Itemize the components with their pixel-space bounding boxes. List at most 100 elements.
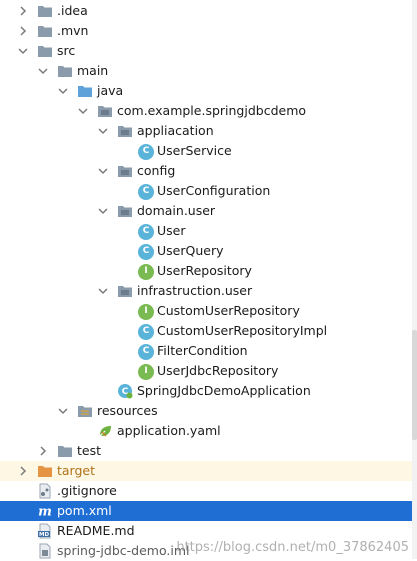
tree-item-customuserrepository[interactable]: I CustomUserRepository: [0, 301, 417, 321]
folder-icon: [38, 26, 52, 37]
package-icon: [118, 126, 132, 137]
project-tree: .idea .mvn src main java com.example.spr…: [0, 0, 417, 559]
folder-icon: [38, 46, 52, 57]
class-icon: C: [138, 324, 154, 340]
package-icon: [118, 166, 132, 177]
tree-item-application-yaml[interactable]: application.yaml: [0, 421, 417, 441]
tree-item-label: application.yaml: [117, 423, 221, 438]
tree-item-user[interactable]: C User: [0, 221, 417, 241]
package-icon: [118, 206, 132, 217]
interface-icon: I: [138, 364, 154, 380]
spring-yaml-icon: [98, 426, 111, 438]
tree-item-label: CustomUserRepository: [157, 303, 300, 318]
chevron-right-icon[interactable]: [36, 444, 50, 458]
chevron-down-icon[interactable]: [36, 64, 50, 78]
svg-text:MD: MD: [39, 532, 49, 538]
tree-item-readme[interactable]: MD README.md: [0, 521, 417, 541]
folder-icon: [58, 446, 72, 457]
class-icon: C: [138, 224, 154, 240]
chevron-down-icon[interactable]: [56, 84, 70, 98]
tree-item-label: FilterCondition: [157, 343, 248, 358]
tree-item-label: README.md: [57, 523, 135, 538]
tree-item-label: target: [57, 463, 96, 478]
tree-item-label: java: [97, 83, 124, 98]
maven-icon: m: [38, 505, 52, 520]
tree-item-idea[interactable]: .idea: [0, 1, 417, 21]
tree-item-userconfiguration[interactable]: C UserConfiguration: [0, 181, 417, 201]
scrollbar-thumb[interactable]: [412, 330, 417, 440]
class-icon: C: [138, 144, 154, 160]
tree-item-label: User: [157, 223, 186, 238]
tree-item-userrepository[interactable]: I UserRepository: [0, 261, 417, 281]
chevron-down-icon[interactable]: [16, 44, 30, 58]
tree-item-pom-xml[interactable]: m pom.xml: [0, 501, 412, 521]
tree-item-appliacation[interactable]: appliacation: [0, 121, 417, 141]
resources-folder-icon: [78, 406, 92, 417]
tree-item-label: CustomUserRepositoryImpl: [157, 323, 328, 338]
tree-item-src[interactable]: src: [0, 41, 417, 61]
tree-item-label: .idea: [57, 3, 88, 18]
tree-item-label: pom.xml: [57, 503, 112, 518]
source-folder-icon: [78, 86, 92, 97]
chevron-down-icon[interactable]: [96, 284, 110, 298]
chevron-right-icon[interactable]: [16, 4, 30, 18]
tree-item-label: .gitignore: [57, 483, 117, 498]
tree-item-main[interactable]: main: [0, 61, 417, 81]
interface-icon: I: [138, 304, 154, 320]
tree-item-label: config: [137, 163, 176, 178]
chevron-right-icon[interactable]: [16, 464, 30, 478]
watermark: https://blog.csdn.net/m0_37862405: [176, 540, 409, 555]
chevron-right-icon[interactable]: [16, 24, 30, 38]
tree-item-config[interactable]: config: [0, 161, 417, 181]
tree-item-domain-user[interactable]: domain.user: [0, 201, 417, 221]
folder-icon: [58, 66, 72, 77]
tree-item-label: .mvn: [57, 23, 89, 38]
tree-item-userjdbcrepository[interactable]: I UserJdbcRepository: [0, 361, 417, 381]
spring-boot-class-icon: C: [118, 384, 133, 399]
module-file-icon: [39, 543, 51, 559]
package-icon: [118, 286, 132, 297]
tree-item-label: com.example.springjdbcdemo: [117, 103, 307, 118]
tree-item-label: UserQuery: [157, 243, 224, 258]
tree-item-filtercondition[interactable]: C FilterCondition: [0, 341, 417, 361]
tree-item-label: UserService: [157, 143, 232, 158]
tree-item-label: main: [77, 63, 109, 78]
interface-icon: I: [138, 264, 154, 280]
tree-item-test[interactable]: test: [0, 441, 417, 461]
tree-item-label: UserConfiguration: [157, 183, 271, 198]
tree-item-java[interactable]: java: [0, 81, 417, 101]
folder-icon: [38, 6, 52, 17]
class-icon: C: [138, 344, 154, 360]
tree-item-label: spring-jdbc-demo.iml: [57, 543, 190, 558]
chevron-down-icon[interactable]: [96, 204, 110, 218]
tree-item-gitignore[interactable]: .gitignore: [0, 481, 417, 501]
package-icon: [98, 106, 112, 117]
tree-item-label: test: [77, 443, 102, 458]
gitignore-icon: [39, 483, 51, 499]
class-icon: C: [138, 184, 154, 200]
tree-item-customuserrepositoryimpl[interactable]: C CustomUserRepositoryImpl: [0, 321, 417, 341]
class-icon: C: [138, 244, 154, 260]
chevron-down-icon[interactable]: [76, 104, 90, 118]
chevron-down-icon[interactable]: [56, 404, 70, 418]
vertical-scrollbar[interactable]: [412, 0, 417, 559]
tree-item-springjdbcdemoapplication[interactable]: C SpringJdbcDemoApplication: [0, 381, 417, 401]
tree-item-label: UserJdbcRepository: [157, 363, 279, 378]
tree-item-root-package[interactable]: com.example.springjdbcdemo: [0, 101, 417, 121]
tree-item-label: infrastruction.user: [137, 283, 253, 298]
tree-item-label: appliacation: [137, 123, 214, 138]
tree-item-label: domain.user: [137, 203, 216, 218]
tree-item-userservice[interactable]: C UserService: [0, 141, 417, 161]
tree-item-userquery[interactable]: C UserQuery: [0, 241, 417, 261]
chevron-down-icon[interactable]: [96, 164, 110, 178]
tree-item-resources[interactable]: resources: [0, 401, 417, 421]
excluded-folder-icon: [38, 466, 52, 477]
tree-item-label: UserRepository: [157, 263, 252, 278]
chevron-down-icon[interactable]: [96, 124, 110, 138]
svg-text:m: m: [38, 505, 52, 520]
tree-item-mvn[interactable]: .mvn: [0, 21, 417, 41]
tree-item-target[interactable]: target: [0, 461, 417, 481]
tree-item-label: SpringJdbcDemoApplication: [137, 383, 311, 398]
markdown-icon: MD: [38, 523, 51, 539]
tree-item-infrastruction-user[interactable]: infrastruction.user: [0, 281, 417, 301]
